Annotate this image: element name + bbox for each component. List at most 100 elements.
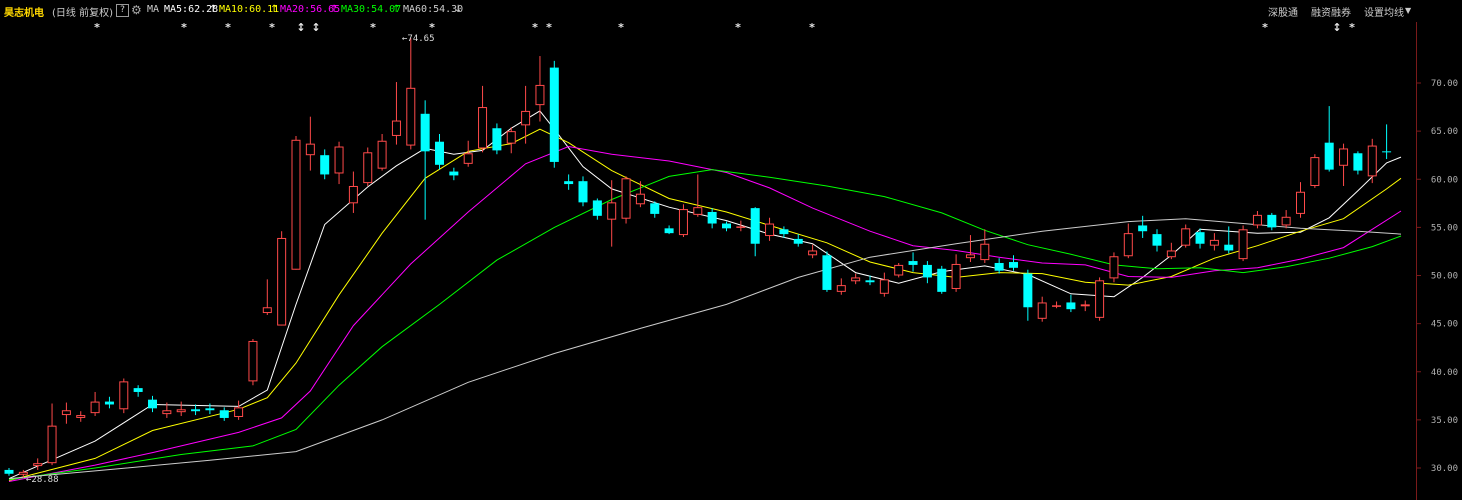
candle-body-up: [521, 110, 531, 126]
candle: [1052, 301, 1062, 309]
event-marker: ↕: [1332, 21, 1341, 34]
low-price-label: ←28.88: [26, 475, 59, 485]
candle-body-up: [162, 410, 172, 415]
y-tick-label: 50.00: [1431, 272, 1458, 282]
candle-body-down: [1023, 273, 1033, 308]
candle: [248, 339, 258, 386]
candle: [1296, 182, 1305, 218]
candle: [750, 207, 760, 257]
candle: [549, 60, 559, 168]
candle-body-down: [320, 155, 330, 175]
candle: [693, 174, 703, 217]
candle: [205, 403, 215, 415]
candle: [1066, 294, 1076, 313]
candle: [1166, 242, 1176, 260]
event-marker: *: [370, 21, 376, 34]
candle: [348, 171, 358, 213]
candle-body-down: [578, 181, 588, 203]
candle: [650, 201, 660, 218]
candle: [104, 396, 114, 409]
candle-body-down: [1009, 262, 1018, 268]
candle: [1310, 154, 1320, 188]
candle: [47, 403, 57, 466]
candle-body-down: [793, 238, 803, 244]
y-tick-label: 40.00: [1431, 368, 1458, 378]
candle-body-up: [1209, 239, 1219, 246]
help-button[interactable]: ?: [116, 4, 129, 17]
high-price-label: ←74.65: [402, 34, 435, 44]
candle: [1037, 296, 1047, 322]
candle-body-down: [435, 141, 444, 165]
y-tick-label: 70.00: [1431, 79, 1458, 89]
candle: [420, 100, 430, 220]
candle: [1080, 300, 1090, 312]
candle-body-up: [478, 107, 488, 149]
candle-body-up: [33, 463, 43, 467]
candle-body-down: [205, 408, 215, 411]
candle: [937, 265, 947, 294]
candle: [191, 404, 201, 416]
candle-body-down: [650, 203, 660, 214]
candle-body-up: [176, 409, 186, 413]
kline-chart[interactable]: 70.00 65.00 60.00 55.00 50.00 45.00 40.00 35.00…: [0, 0, 1462, 500]
candle-body-down: [564, 181, 574, 185]
candle-body-up: [1109, 256, 1119, 279]
ma-line-ma5: [8, 110, 1402, 480]
candle-body-down: [104, 401, 114, 405]
candle-body-up: [1095, 280, 1105, 318]
ma-line-ma20: [8, 145, 1402, 482]
candle-body-down: [148, 399, 157, 409]
candle-body-up: [879, 279, 889, 294]
candle-body-up: [291, 139, 301, 270]
candle-body-down: [219, 410, 229, 418]
candle: [808, 244, 818, 259]
candle: [219, 407, 229, 421]
candle: [262, 279, 272, 315]
candle: [1123, 223, 1133, 259]
chevron-down-icon[interactable]: ▼: [1405, 6, 1411, 15]
link-margin-trading[interactable]: 融资融券: [1311, 4, 1351, 19]
candle: [391, 82, 401, 145]
candle: [463, 140, 473, 167]
candle-body-down: [1195, 232, 1205, 244]
gear-icon[interactable]: ⚙: [131, 3, 142, 17]
candle-body-up: [836, 285, 846, 292]
candle-body-down: [750, 208, 760, 244]
candle: [1195, 228, 1205, 249]
price-annotations: ←74.65 ←28.88: [26, 34, 435, 485]
candle-body-down: [707, 211, 717, 224]
moving-average-lines: [8, 110, 1402, 482]
arrow-up-icon: ↑: [209, 4, 218, 15]
event-marker: *: [269, 21, 275, 34]
candle-body-up: [1367, 145, 1377, 177]
candle: [879, 272, 889, 297]
event-marker: *: [225, 21, 231, 34]
candle: [435, 134, 444, 170]
candle: [277, 231, 287, 326]
y-tick-label: 35.00: [1431, 416, 1458, 426]
event-marker: *: [94, 21, 100, 34]
candle: [234, 400, 244, 420]
candle-body-up: [1052, 305, 1062, 307]
candle: [965, 235, 975, 263]
candle-body-up: [1252, 214, 1262, 226]
candle: [836, 278, 846, 295]
ma-settings-button[interactable]: 设置均线: [1364, 4, 1404, 19]
candle: [908, 252, 918, 272]
candle: [707, 208, 717, 229]
candle-body-down: [1152, 234, 1162, 246]
event-marker: *: [1349, 21, 1355, 34]
candle: [664, 225, 674, 235]
candle-body-down: [779, 229, 789, 235]
link-shenzhen-connect[interactable]: 深股通: [1268, 4, 1298, 19]
candle: [765, 217, 775, 241]
arrow-up-icon: ↑: [270, 4, 279, 15]
candle: [33, 458, 43, 470]
candle-body-up: [90, 401, 100, 414]
candle: [1109, 252, 1119, 283]
stock-name[interactable]: 昊志机电: [4, 4, 44, 19]
candlestick-series: [4, 38, 1392, 478]
candle-body-down: [1267, 214, 1277, 228]
candle-body-up: [119, 381, 129, 410]
candle: [1281, 210, 1291, 229]
